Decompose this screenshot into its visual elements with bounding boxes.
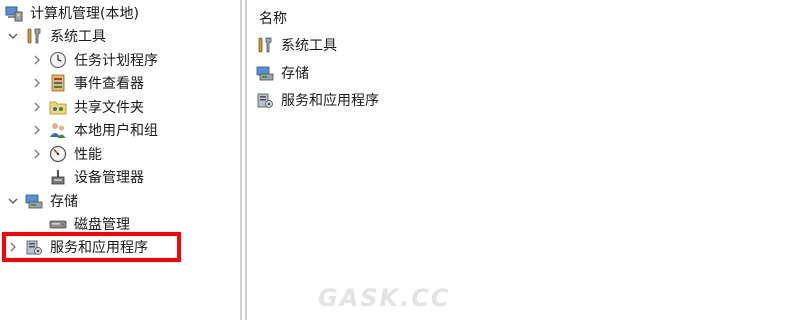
watermark: GASK.CC: [318, 284, 451, 312]
highlight-box: [2, 232, 181, 262]
tools-icon: [24, 26, 44, 46]
tree-item-root-label: 计算机管理(本地): [30, 6, 139, 22]
tree-item-task-scheduler-label: 任务计划程序: [74, 53, 158, 69]
tree-item-storage[interactable]: 存储: [6, 190, 78, 212]
tree-item-root[interactable]: 计算机管理(本地): [4, 2, 139, 24]
services-icon: [255, 90, 275, 110]
list-item-label: 服务和应用程序: [281, 93, 379, 109]
tree-item-storage-label: 存储: [50, 194, 78, 210]
list-item-storage[interactable]: 存储: [255, 62, 309, 84]
column-header-name[interactable]: 名称: [259, 8, 287, 28]
tree-item-performance-label: 性能: [74, 147, 102, 163]
list-item-label: 系统工具: [281, 38, 337, 54]
chevron-right-icon[interactable]: [30, 100, 44, 114]
storage-icon: [255, 63, 275, 83]
disk-icon: [48, 214, 68, 234]
computer-management-window: 计算机管理(本地) 系统工具 任务计划程序 事件查看器 共享文件夹 本地用户和组…: [0, 0, 800, 320]
device-manager-icon: [48, 167, 68, 187]
chevron-right-icon[interactable]: [30, 123, 44, 137]
tree-item-system-tools-label: 系统工具: [50, 29, 106, 45]
chevron-down-icon[interactable]: [6, 194, 20, 208]
tree-item-shared-folders-label: 共享文件夹: [74, 100, 144, 116]
storage-icon: [24, 191, 44, 211]
pane-splitter[interactable]: [240, 0, 247, 320]
tree-item-local-users[interactable]: 本地用户和组: [30, 119, 158, 141]
tree-item-local-users-label: 本地用户和组: [74, 123, 158, 139]
chevron-right-icon[interactable]: [30, 147, 44, 161]
tree-item-device-manager[interactable]: 设备管理器: [48, 166, 144, 188]
chevron-right-icon[interactable]: [30, 53, 44, 67]
shared-folder-icon: [48, 97, 68, 117]
list-item-system-tools[interactable]: 系统工具: [255, 34, 337, 56]
tree-item-shared-folders[interactable]: 共享文件夹: [30, 96, 144, 118]
chevron-right-icon[interactable]: [30, 76, 44, 90]
tree-item-event-viewer[interactable]: 事件查看器: [30, 72, 144, 94]
tree-item-task-scheduler[interactable]: 任务计划程序: [30, 49, 158, 71]
users-icon: [48, 120, 68, 140]
list-item-label: 存储: [281, 66, 309, 82]
navigation-tree: 计算机管理(本地) 系统工具 任务计划程序 事件查看器 共享文件夹 本地用户和组…: [0, 0, 240, 320]
clock-icon: [48, 50, 68, 70]
list-item-services-apps[interactable]: 服务和应用程序: [255, 89, 379, 111]
tree-item-system-tools[interactable]: 系统工具: [6, 25, 106, 47]
performance-icon: [48, 144, 68, 164]
tree-item-performance[interactable]: 性能: [30, 143, 102, 165]
tools-icon: [255, 35, 275, 55]
tree-item-device-manager-label: 设备管理器: [74, 170, 144, 186]
chevron-down-icon[interactable]: [6, 29, 20, 43]
tree-item-disk-management-label: 磁盘管理: [74, 217, 130, 233]
details-list: 名称 系统工具 存储 服务和应用程序: [247, 0, 800, 320]
event-viewer-icon: [48, 73, 68, 93]
computer-management-icon: [4, 3, 24, 23]
tree-item-event-viewer-label: 事件查看器: [74, 76, 144, 92]
